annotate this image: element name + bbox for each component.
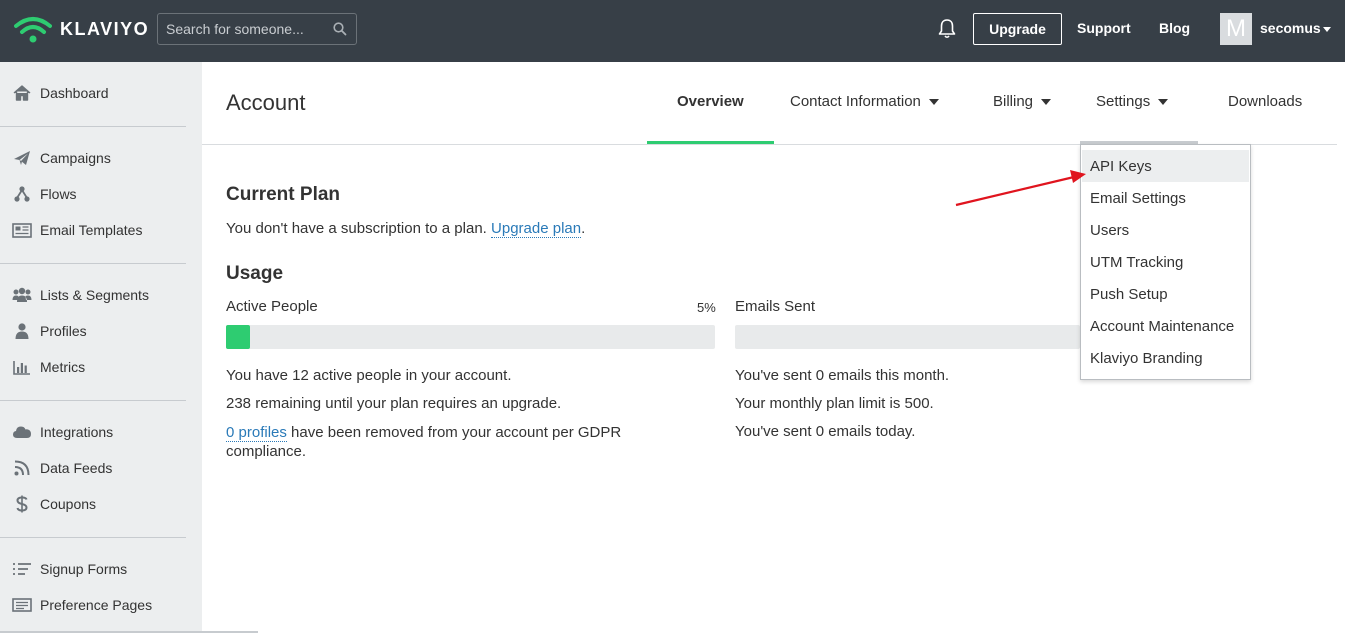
active-people-label: Active People bbox=[226, 298, 318, 315]
emails-sent-label: Emails Sent bbox=[735, 298, 816, 315]
sidebar-item-label: Campaigns bbox=[40, 150, 111, 166]
bell-icon[interactable] bbox=[937, 18, 957, 40]
emails-month-text: You've sent 0 emails this month. bbox=[735, 367, 950, 384]
tab-label: Settings bbox=[1096, 93, 1151, 110]
sidebar-item-signup-forms[interactable]: Signup Forms bbox=[0, 553, 202, 585]
sidebar-item-label: Preference Pages bbox=[40, 597, 153, 613]
sidebar-divider bbox=[0, 537, 186, 538]
active-people-progress-bar bbox=[226, 325, 715, 349]
sidebar-divider bbox=[0, 126, 186, 127]
sidebar-item-data-feeds[interactable]: Data Feeds bbox=[0, 452, 202, 484]
emails-today-text: You've sent 0 emails today. bbox=[735, 423, 916, 440]
newspaper-icon bbox=[0, 222, 40, 238]
sidebar-item-coupons[interactable]: Coupons bbox=[0, 488, 202, 520]
tab-contact-information[interactable]: Contact Information bbox=[790, 93, 939, 110]
usage-heading: Usage bbox=[226, 263, 284, 284]
gdpr-profiles-link[interactable]: 0 profiles bbox=[226, 424, 287, 442]
users-icon bbox=[0, 287, 40, 303]
sidebar-item-profiles[interactable]: Profiles bbox=[0, 315, 202, 347]
top-navigation-bar: KLAVIYO Upgrade Support Blog M secomus bbox=[0, 0, 1345, 62]
sidebar-item-label: Profiles bbox=[40, 323, 87, 339]
klaviyo-logo[interactable]: KLAVIYO bbox=[14, 14, 149, 44]
rss-icon bbox=[0, 460, 40, 476]
logo-text: KLAVIYO bbox=[60, 18, 150, 39]
paper-plane-icon bbox=[0, 150, 40, 166]
cloud-icon bbox=[0, 425, 40, 439]
sidebar-divider bbox=[0, 263, 186, 264]
sidebar-item-metrics[interactable]: Metrics bbox=[0, 351, 202, 383]
sidebar-item-label: Signup Forms bbox=[40, 561, 128, 577]
active-people-count-text: You have 12 active people in your accoun… bbox=[226, 367, 512, 384]
blog-link[interactable]: Blog bbox=[1159, 20, 1190, 36]
caret-down-icon bbox=[928, 98, 939, 105]
menu-item-push-setup[interactable]: Push Setup bbox=[1082, 278, 1249, 310]
avatar[interactable]: M bbox=[1220, 13, 1252, 45]
caret-down-icon bbox=[1041, 98, 1052, 105]
tab-settings[interactable]: Settings bbox=[1096, 93, 1169, 110]
support-link[interactable]: Support bbox=[1077, 20, 1131, 36]
chevron-down-icon[interactable] bbox=[1323, 27, 1331, 32]
preference-icon bbox=[0, 598, 40, 612]
sidebar-item-label: Metrics bbox=[40, 359, 86, 375]
menu-item-email-settings[interactable]: Email Settings bbox=[1082, 182, 1249, 214]
tab-label: Downloads bbox=[1228, 93, 1303, 110]
plan-text: You don't have a subscription to a plan. bbox=[226, 220, 487, 237]
list-icon bbox=[0, 562, 40, 576]
active-people-remaining-text: 238 remaining until your plan requires a… bbox=[226, 395, 562, 412]
search-input[interactable] bbox=[158, 14, 328, 44]
wifi-logo-icon bbox=[14, 17, 52, 43]
tab-billing[interactable]: Billing bbox=[993, 93, 1052, 110]
menu-item-api-keys[interactable]: API Keys bbox=[1082, 150, 1249, 182]
upgrade-button[interactable]: Upgrade bbox=[973, 13, 1062, 45]
menu-item-klaviyo-branding[interactable]: Klaviyo Branding bbox=[1082, 342, 1249, 374]
gdpr-text-part2: compliance. bbox=[226, 443, 307, 460]
flows-icon bbox=[0, 186, 40, 202]
settings-dropdown-menu: API Keys Email Settings Users UTM Tracki… bbox=[1080, 144, 1251, 380]
gdpr-text-part1: have been removed from your account per … bbox=[291, 424, 622, 441]
dollar-icon bbox=[0, 495, 40, 513]
search-icon[interactable] bbox=[333, 22, 347, 36]
sidebar-item-campaigns[interactable]: Campaigns bbox=[0, 142, 202, 174]
sidebar-item-label: Lists & Segments bbox=[40, 287, 149, 303]
sidebar-item-label: Dashboard bbox=[40, 85, 109, 101]
active-people-progress-fill bbox=[226, 325, 251, 349]
sidebar-item-label: Email Templates bbox=[40, 222, 143, 238]
sidebar-item-dashboard[interactable]: Dashboard bbox=[0, 77, 202, 109]
menu-item-utm-tracking[interactable]: UTM Tracking bbox=[1082, 246, 1249, 278]
emails-sent-progress-bar bbox=[735, 325, 1080, 349]
sidebar-item-label: Coupons bbox=[40, 496, 97, 512]
gdpr-text: 0 profiles have been removed from your a… bbox=[226, 423, 696, 461]
search-box[interactable] bbox=[157, 13, 357, 45]
bar-chart-icon bbox=[0, 360, 40, 375]
sidebar-item-label: Integrations bbox=[40, 424, 114, 440]
tab-label: Billing bbox=[993, 93, 1034, 110]
home-icon bbox=[0, 85, 40, 101]
sidebar-item-lists-segments[interactable]: Lists & Segments bbox=[0, 279, 202, 311]
sidebar: Dashboard Campaigns Flows Email Template… bbox=[0, 62, 202, 633]
caret-down-icon bbox=[1158, 98, 1169, 105]
menu-item-account-maintenance[interactable]: Account Maintenance bbox=[1082, 310, 1249, 342]
sidebar-item-email-templates[interactable]: Email Templates bbox=[0, 214, 202, 246]
user-icon bbox=[0, 323, 40, 339]
plan-status-text: You don't have a subscription to a plan.… bbox=[226, 220, 586, 238]
menu-item-users[interactable]: Users bbox=[1082, 214, 1249, 246]
sidebar-item-label: Data Feeds bbox=[40, 460, 113, 476]
tab-label: Overview bbox=[677, 93, 744, 110]
tab-downloads[interactable]: Downloads bbox=[1228, 93, 1302, 110]
annotation-arrow-icon bbox=[955, 170, 1086, 207]
active-people-percent: 5% bbox=[697, 300, 716, 315]
username-menu[interactable]: secomus bbox=[1260, 20, 1321, 36]
sidebar-item-preference-pages[interactable]: Preference Pages bbox=[0, 589, 202, 621]
upgrade-plan-link[interactable]: Upgrade plan bbox=[491, 220, 582, 238]
page-title: Account bbox=[226, 90, 306, 115]
tab-overview[interactable]: Overview bbox=[677, 93, 744, 110]
sidebar-divider bbox=[0, 400, 186, 401]
sidebar-item-flows[interactable]: Flows bbox=[0, 178, 202, 210]
current-plan-heading: Current Plan bbox=[226, 184, 341, 205]
sidebar-item-label: Flows bbox=[40, 186, 77, 202]
sidebar-item-integrations[interactable]: Integrations bbox=[0, 416, 202, 448]
tab-label: Contact Information bbox=[790, 93, 921, 110]
emails-limit-text: Your monthly plan limit is 500. bbox=[735, 395, 934, 412]
plan-period: . bbox=[581, 220, 586, 237]
